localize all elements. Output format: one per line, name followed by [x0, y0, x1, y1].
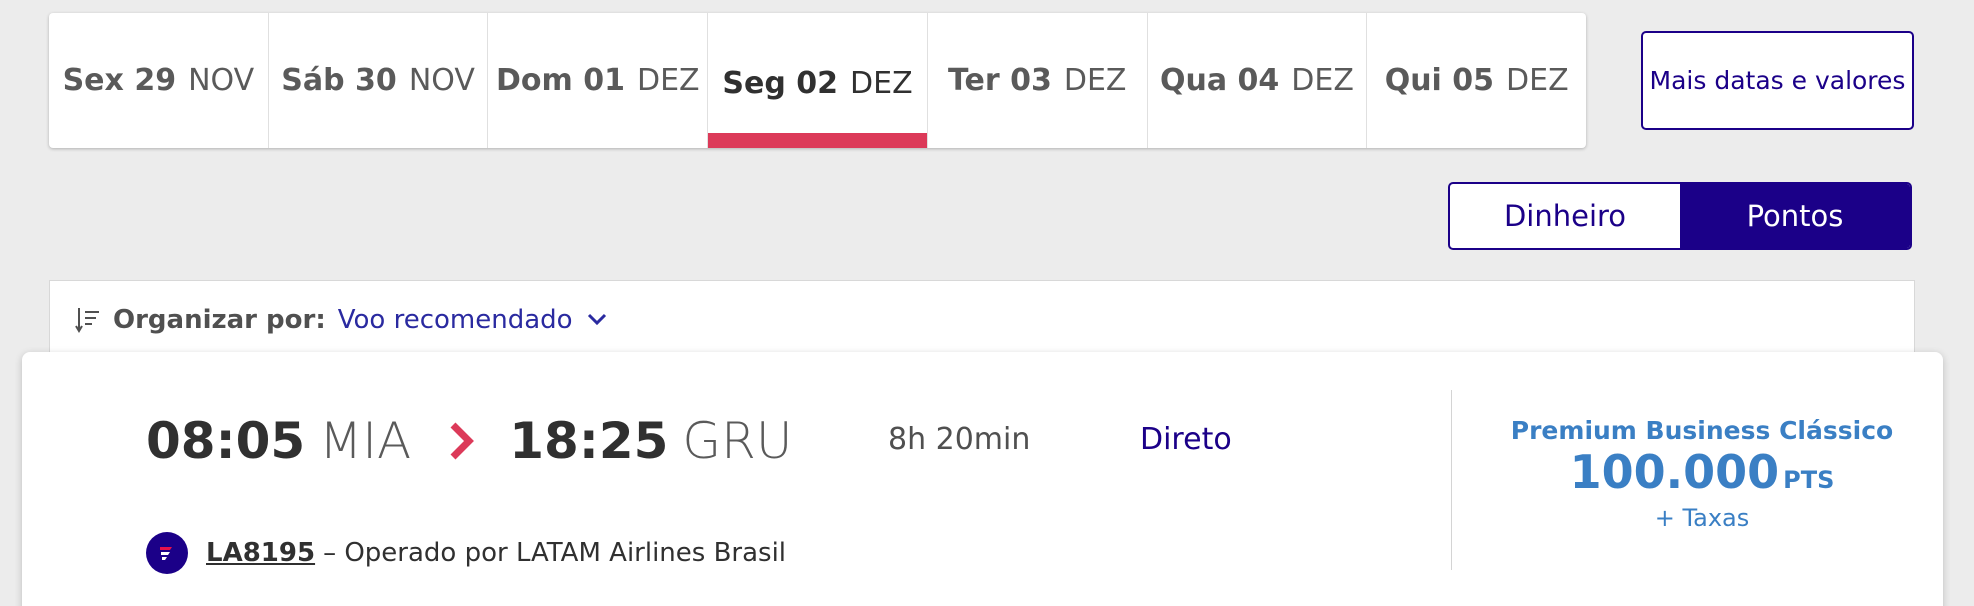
fare-box[interactable]: Premium Business Clássico 100.000 PTS + T…	[1482, 416, 1922, 531]
flight-stops[interactable]: Direto	[1140, 422, 1232, 457]
departure-time: 08:05	[146, 412, 306, 470]
date-tab-1[interactable]: Sáb 30 NOV	[269, 13, 489, 148]
toggle-dinheiro[interactable]: Dinheiro	[1450, 184, 1680, 248]
date-tab-3[interactable]: Seg 02 DEZ	[708, 13, 928, 148]
flight-card[interactable]: 08:05 MIA 18:25 GRU 8h 20min Direto Prem…	[22, 352, 1943, 606]
more-dates-button[interactable]: Mais datas e valores	[1641, 31, 1914, 130]
date-tab-month: NOV	[408, 63, 475, 98]
latam-logo-icon	[146, 532, 188, 574]
departure-airport: MIA	[319, 412, 412, 470]
chevron-down-icon[interactable]	[587, 313, 607, 327]
date-tab-0[interactable]: Sex 29 NOV	[49, 13, 269, 148]
flight-number-link[interactable]: LA8195	[206, 538, 315, 568]
date-tab-day: Ter 03	[948, 63, 1052, 98]
arrival-airport: GRU	[682, 412, 793, 470]
date-tab-day: Seg 02	[722, 66, 839, 101]
operated-by-row: LA8195 – Operado por LATAM Airlines Bras…	[146, 532, 786, 574]
date-tab-6[interactable]: Qui 05 DEZ	[1367, 13, 1586, 148]
date-tab-day: Dom 01	[496, 63, 625, 98]
fare-name: Premium Business Clássico	[1510, 416, 1894, 445]
fare-price-row: 100.000 PTS	[1482, 447, 1922, 505]
date-tab-day: Sex 29	[62, 63, 177, 98]
date-tab-day: Sáb 30	[281, 63, 397, 98]
date-tab-5[interactable]: Qua 04 DEZ	[1148, 13, 1368, 148]
date-tabs: Sex 29 NOV Sáb 30 NOV Dom 01 DEZ Seg 02 DEZ …	[49, 13, 1586, 148]
chevron-right-icon	[450, 422, 475, 460]
date-tab-month: DEZ	[1291, 63, 1354, 98]
date-tab-day: Qua 04	[1160, 63, 1280, 98]
toggle-pontos[interactable]: Pontos	[1680, 184, 1910, 248]
sort-lines-icon	[75, 308, 99, 333]
currency-toggle: Dinheiro Pontos	[1448, 182, 1912, 250]
date-tab-month: DEZ	[1063, 63, 1127, 98]
date-tab-month: DEZ	[636, 63, 700, 98]
flight-times: 08:05 MIA 18:25 GRU	[146, 412, 793, 470]
fare-price: 100.000	[1569, 445, 1780, 499]
date-tab-month: DEZ	[850, 66, 913, 101]
active-indicator	[708, 133, 927, 148]
date-tab-month: NOV	[188, 63, 255, 98]
date-tab-day: Qui 05	[1384, 63, 1495, 98]
flight-duration: 8h 20min	[888, 422, 1031, 457]
sort-dropdown[interactable]: Voo recomendado	[338, 305, 573, 335]
fare-unit: PTS	[1783, 466, 1835, 494]
card-divider	[1451, 390, 1452, 570]
arrival-time: 18:25	[509, 412, 669, 470]
operated-by-text: – Operado por LATAM Airlines Brasil	[323, 538, 787, 568]
fare-taxes: + Taxas	[1654, 504, 1750, 532]
date-tab-4[interactable]: Ter 03 DEZ	[928, 13, 1148, 148]
date-tab-month: DEZ	[1506, 63, 1569, 98]
sort-label: Organizar por:	[113, 305, 326, 335]
sort-bar: Organizar por: Voo recomendado	[49, 280, 1915, 360]
date-tab-2[interactable]: Dom 01 DEZ	[488, 13, 709, 148]
